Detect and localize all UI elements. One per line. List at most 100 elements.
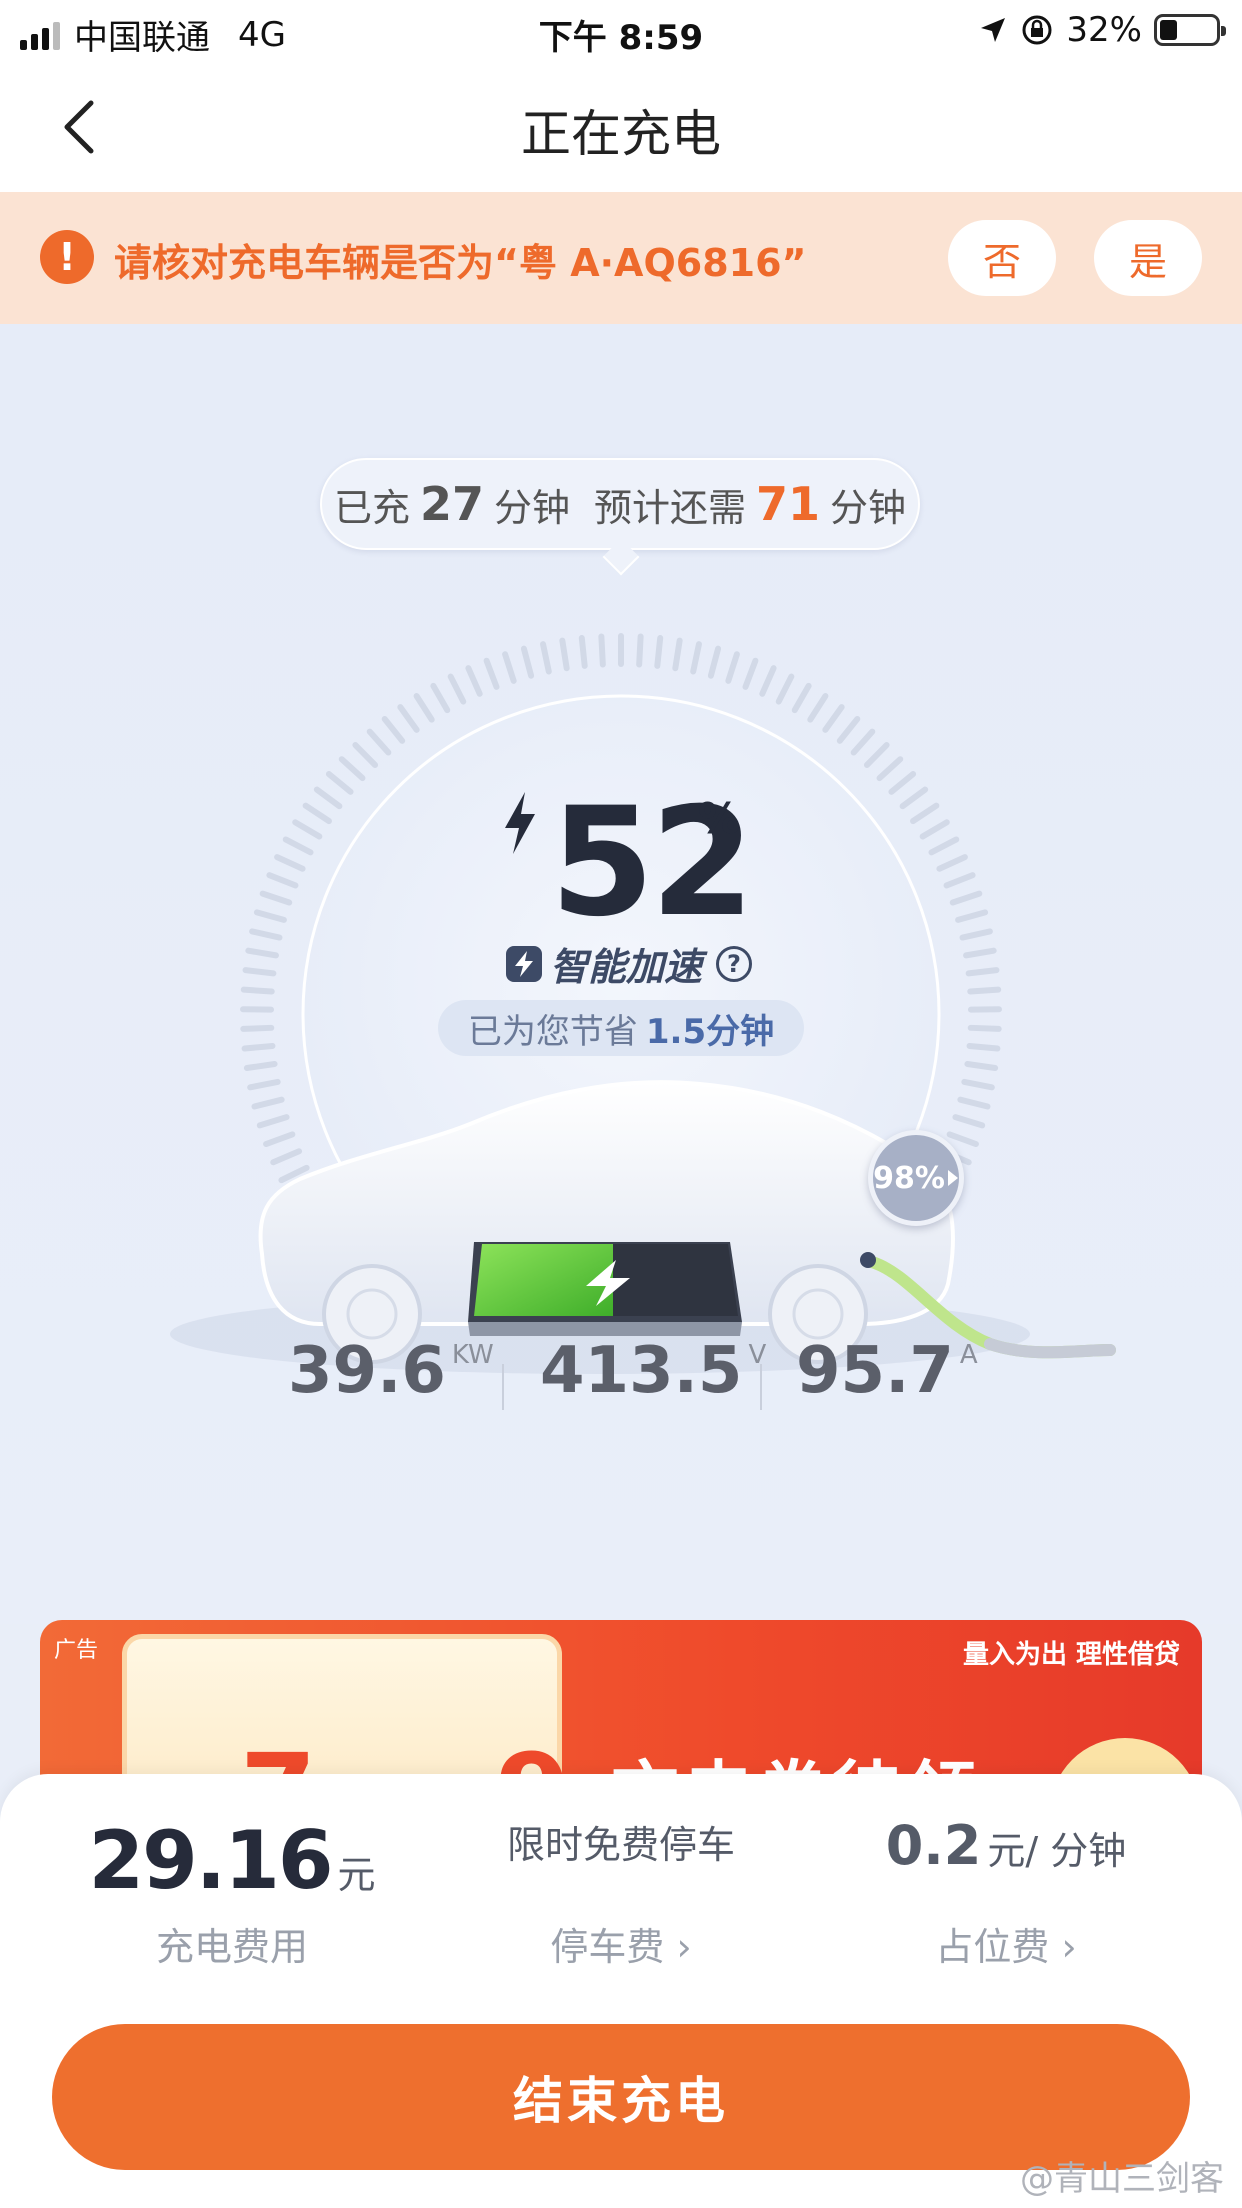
gauge-tick bbox=[274, 854, 306, 872]
smart-boost-icon bbox=[506, 945, 542, 982]
gauge-tick bbox=[965, 967, 1000, 977]
end-charging-button[interactable]: 结束充电 bbox=[52, 2024, 1190, 2170]
charging-metrics: 39.6 KW 413.5 V 95.7 A bbox=[0, 1334, 1242, 1424]
metric-voltage-unit: V bbox=[748, 1340, 767, 1370]
gauge-tick bbox=[949, 890, 983, 906]
gauge-tick bbox=[256, 1114, 290, 1129]
gauge-tick bbox=[352, 742, 379, 768]
page-title: 正在充电 bbox=[521, 105, 721, 163]
gauge-tick bbox=[325, 771, 354, 795]
help-icon[interactable]: ? bbox=[716, 945, 753, 982]
gauge-tick bbox=[775, 673, 795, 705]
gauge-tick bbox=[483, 657, 500, 690]
gauge-tick bbox=[966, 1042, 1001, 1052]
gauge-tick bbox=[910, 802, 940, 825]
target-percent: 98% bbox=[873, 1160, 945, 1196]
metric-voltage: 413.5 V bbox=[540, 1334, 766, 1408]
gauge-tick bbox=[242, 967, 277, 977]
gauge-tick bbox=[251, 1096, 285, 1110]
smart-boost-row[interactable]: 智能加速 ? bbox=[506, 936, 753, 991]
metric-power: 39.6 KW bbox=[288, 1334, 494, 1408]
target-percent-button[interactable]: 98% bbox=[868, 1130, 964, 1226]
gauge-tick bbox=[863, 742, 890, 768]
ad-banner[interactable]: 7 9 广告 量入为出 理性借贷 充电券待领 bbox=[40, 1620, 1202, 1780]
charge-fee-block: 29.16 元 充电费用 bbox=[32, 1814, 432, 1971]
gauge-tick bbox=[338, 756, 366, 782]
ad-slogan: 量入为出 理性借贷 bbox=[962, 1640, 1180, 1670]
gauge-tick bbox=[502, 651, 517, 684]
gauge-tick bbox=[559, 637, 570, 672]
gauge-tick bbox=[598, 633, 606, 668]
gauge-tick bbox=[928, 836, 960, 856]
metric-current-value: 95.7 bbox=[796, 1334, 954, 1408]
gauge-tick bbox=[253, 909, 287, 923]
parking-fee-link[interactable]: 停车费 › bbox=[421, 1916, 821, 1971]
charge-fee-unit: 元 bbox=[337, 1853, 376, 1897]
charge-time-pill: 已充 27 分钟 预计还需 71 分钟 bbox=[320, 458, 920, 550]
nav-bar: 正在充电 bbox=[0, 62, 1242, 192]
status-bar: 中国联通 4G 下午 8:59 32% bbox=[0, 0, 1242, 62]
confirm-no-button[interactable]: 否 bbox=[948, 220, 1056, 296]
gauge-tick bbox=[959, 928, 993, 941]
ad-tag: 广告 bbox=[54, 1638, 99, 1663]
metric-divider bbox=[502, 1364, 504, 1410]
parking-fee-block[interactable]: 限时免费停车 停车费 › bbox=[421, 1814, 821, 1971]
gauge-tick bbox=[520, 645, 535, 679]
gauge-tick bbox=[313, 786, 343, 810]
gauge-tick bbox=[282, 836, 314, 856]
gauge-tick bbox=[876, 756, 904, 782]
gauge-tick bbox=[672, 637, 683, 672]
gauge-tick bbox=[259, 890, 293, 906]
gauge-tick bbox=[243, 1061, 278, 1072]
gauge-tick bbox=[957, 1096, 991, 1110]
gauge-tick bbox=[952, 1114, 986, 1129]
gauge-tick bbox=[961, 1078, 995, 1091]
gauge-tick bbox=[247, 1078, 281, 1091]
rotation-lock-icon bbox=[1022, 15, 1052, 45]
gauge-tick bbox=[430, 682, 451, 714]
time-saved-prefix: 已为您节省 bbox=[467, 1011, 638, 1052]
gauge-tick bbox=[742, 657, 759, 690]
remaining-minutes: 71 bbox=[756, 477, 821, 531]
gauge-tick bbox=[964, 1061, 999, 1072]
gauge-tick bbox=[888, 771, 917, 795]
location-icon bbox=[981, 18, 1006, 42]
elapsed-unit: 分钟 bbox=[493, 485, 570, 530]
remaining-prefix: 预计还需 bbox=[594, 485, 747, 530]
metric-voltage-value: 413.5 bbox=[540, 1334, 743, 1408]
charge-fee-value: 29.16 bbox=[88, 1814, 333, 1907]
gauge-tick bbox=[850, 728, 876, 756]
gauge-tick bbox=[270, 1148, 303, 1166]
gauge-tick bbox=[447, 673, 467, 705]
battery-illustration bbox=[468, 1242, 742, 1336]
gauge-tick bbox=[899, 786, 929, 810]
vehicle-confirm-text: 请核对充电车辆是否为“粤 A·AQ6816” bbox=[114, 241, 807, 285]
metric-power-unit: KW bbox=[451, 1340, 494, 1370]
gauge-tick bbox=[936, 854, 968, 872]
occupancy-fee-unit: 元/ 分钟 bbox=[987, 1829, 1127, 1873]
status-right: 32% bbox=[978, 10, 1226, 50]
gauge-tick bbox=[381, 715, 406, 744]
time-saved-value: 1.5分钟 bbox=[645, 1011, 775, 1052]
time-saved-pill: 已为您节省 1.5分钟 bbox=[438, 1000, 804, 1056]
gauge-tick bbox=[822, 704, 845, 733]
gauge-tick bbox=[366, 728, 392, 756]
confirm-yes-button[interactable]: 是 bbox=[1094, 220, 1202, 296]
fee-sheet: 29.16 元 充电费用 限时免费停车 停车费 › 0.2 元/ 分钟 占位费 … bbox=[0, 1774, 1242, 2208]
battery-icon bbox=[1154, 14, 1226, 46]
gauge-tick bbox=[791, 682, 812, 714]
gauge-tick bbox=[245, 947, 279, 959]
gauge-tick bbox=[636, 633, 644, 668]
occupancy-fee-block[interactable]: 0.2 元/ 分钟 占位费 › bbox=[806, 1814, 1206, 1971]
gauge-tick bbox=[266, 872, 299, 889]
gauge-tick bbox=[578, 635, 588, 669]
elapsed-minutes: 27 bbox=[419, 477, 484, 531]
charge-fee-label: 充电费用 bbox=[155, 1925, 308, 1969]
gauge-tick bbox=[955, 909, 989, 923]
gauge-tick bbox=[654, 635, 664, 669]
gauge-tick bbox=[540, 641, 552, 675]
gauge-tick bbox=[919, 819, 950, 840]
gauge-tick bbox=[302, 802, 332, 825]
occupancy-fee-link[interactable]: 占位费 › bbox=[806, 1916, 1206, 1971]
metric-current: 95.7 A bbox=[796, 1334, 978, 1408]
